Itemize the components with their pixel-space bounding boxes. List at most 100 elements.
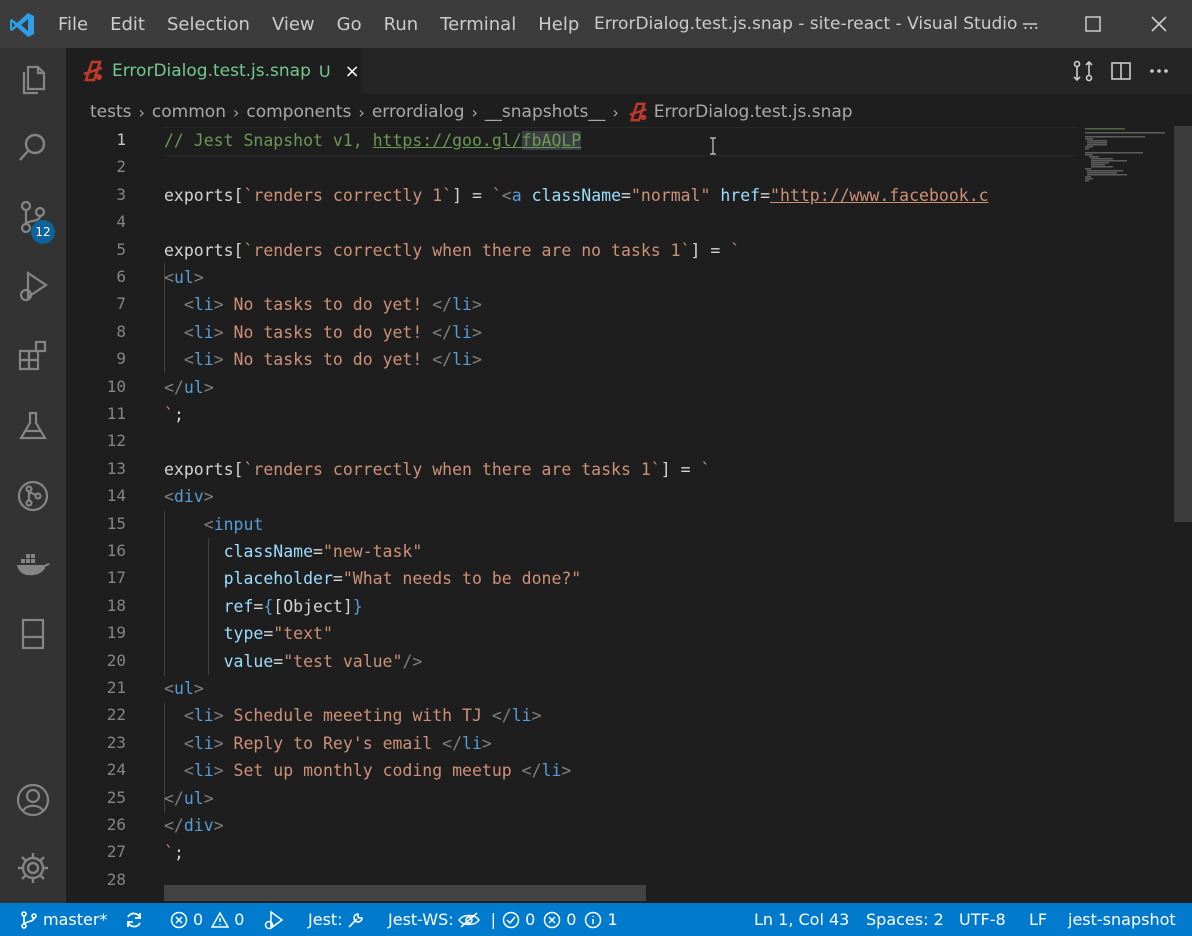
code-token: > [203, 377, 214, 397]
cursor-position[interactable]: Ln 1, Col 43 [754, 903, 849, 936]
scrollbar-thumb[interactable] [1174, 126, 1192, 522]
code-line[interactable]: exports[`renders correctly when there ar… [164, 456, 710, 483]
menu-selection[interactable]: Selection [167, 14, 250, 35]
vertical-scrollbar[interactable] [1174, 126, 1192, 903]
breadcrumb-item[interactable]: components [246, 102, 351, 122]
sync-icon [127, 912, 141, 927]
chevron-right-icon: › [471, 102, 478, 122]
menu-terminal[interactable]: Terminal [440, 14, 516, 35]
code-token: { [263, 596, 274, 616]
debug-indicator[interactable] [263, 903, 290, 936]
code-line[interactable]: </ul> [164, 785, 214, 812]
minimize-button[interactable] [998, 0, 1062, 48]
sync-button[interactable] [124, 903, 149, 936]
code-token: "text" [273, 624, 333, 644]
indentation[interactable]: Spaces: 2 [866, 903, 944, 936]
more-actions-icon[interactable] [1148, 60, 1170, 82]
maximize-button[interactable] [1061, 0, 1125, 48]
line-number: 4 [116, 212, 126, 232]
tab-close-button[interactable]: × [345, 61, 360, 82]
code-token: ; [173, 405, 184, 424]
code-line[interactable]: exports[`renders correctly 1`] = `<a cla… [164, 182, 989, 209]
jest-ws-status[interactable]: Jest-WS: | 0 0 1 [388, 903, 618, 936]
problems-indicator[interactable]: 0 0 [170, 903, 244, 936]
breadcrumb-item[interactable]: ErrorDialog.test.js.snap [654, 102, 853, 122]
split-editor-icon[interactable] [1110, 60, 1132, 82]
code-line[interactable]: value="test value"/> [164, 648, 423, 675]
breadcrumb-item[interactable]: __snapshots__ [485, 102, 605, 122]
menu-file[interactable]: File [58, 14, 88, 35]
menu-view[interactable]: View [272, 14, 315, 35]
branch-indicator[interactable]: master* [20, 903, 107, 936]
language-mode[interactable]: jest-snapshot [1068, 903, 1176, 936]
code-line[interactable]: </ul> [164, 374, 214, 401]
chevron-right-icon: › [612, 102, 619, 122]
code-line[interactable]: <li> No tasks to do yet! </li> [164, 319, 482, 346]
git-graph-button[interactable] [0, 466, 66, 526]
menu-help[interactable]: Help [538, 14, 579, 35]
code-line[interactable]: type="text" [164, 620, 333, 647]
activity-bar: 12 [0, 48, 66, 903]
code-line[interactable]: <li> No tasks to do yet! </li> [164, 291, 482, 318]
breadcrumb-item[interactable]: errordialog [372, 102, 465, 122]
code-line[interactable]: `; [164, 401, 184, 428]
code-token: ; [173, 843, 184, 863]
code-line[interactable]: exports[`renders correctly when there ar… [164, 237, 740, 264]
code-token: ` [164, 405, 174, 424]
line-ending[interactable]: LF [1029, 903, 1047, 936]
code-token: Reply to Rey's email [223, 733, 443, 753]
search-button[interactable] [0, 118, 66, 178]
breadcrumb-item[interactable]: common [152, 102, 226, 122]
code-line[interactable]: <li> Schedule meeeting with TJ </li> [164, 702, 542, 729]
run-debug-button[interactable] [0, 256, 66, 316]
jest-ws-label: Jest-WS: [388, 910, 454, 929]
encoding[interactable]: UTF-8 [959, 903, 1006, 936]
code-line[interactable]: // Jest Snapshot v1, https://goo.gl/fbAQ… [164, 127, 582, 154]
explorer-button[interactable] [0, 50, 66, 110]
code-line[interactable]: `; [164, 839, 184, 866]
settings-button[interactable] [0, 838, 66, 898]
code-editor[interactable]: 1 2 3 4 5 6 7 8 9 10 11 12 13 14 15 16 17 18 19 20 21 22 23 24 2… [66, 126, 1076, 903]
minimap[interactable] [1077, 126, 1174, 903]
code-token: > [213, 706, 224, 726]
breadcrumb-item[interactable]: tests [90, 102, 132, 122]
code-token: < [183, 733, 194, 753]
jest-file-icon [83, 60, 103, 82]
minimize-icon [1023, 23, 1037, 25]
editor-tabs-bar: ErrorDialog.test.js.snap U × [66, 48, 1192, 94]
code-line[interactable]: <li> Reply to Rey's email </li> [164, 730, 492, 757]
code-line[interactable]: </div> [164, 812, 224, 839]
menu-go[interactable]: Go [337, 14, 362, 35]
code-line[interactable]: className="new-task" [164, 538, 423, 565]
code-line[interactable]: placeholder="What needs to be done?" [164, 565, 582, 592]
code-line[interactable]: <input [164, 511, 264, 538]
code-token: = [332, 569, 343, 589]
code-line[interactable]: <ul> [164, 264, 204, 291]
code-line[interactable]: ref={[Object]} [164, 593, 363, 620]
docker-button[interactable] [0, 534, 66, 594]
menu-run[interactable]: Run [384, 14, 419, 35]
jest-file-icon [629, 102, 647, 122]
tab-errordialog-snap[interactable]: ErrorDialog.test.js.snap U × [66, 48, 361, 94]
open-changes-icon[interactable] [1072, 60, 1094, 82]
code-token: li [452, 295, 472, 315]
jest-status[interactable]: Jest: [308, 903, 370, 936]
account-button[interactable] [0, 770, 66, 830]
panel-button[interactable] [0, 604, 66, 664]
testing-button[interactable] [0, 396, 66, 456]
menu-edit[interactable]: Edit [110, 14, 145, 35]
close-window-button[interactable] [1127, 0, 1191, 48]
code-token: ul [173, 679, 194, 698]
code-line[interactable]: <li> No tasks to do yet! </li> [164, 346, 482, 373]
code-token: < [164, 487, 174, 507]
code-line[interactable]: <li> Set up monthly coding meetup </li> [164, 757, 571, 784]
code-line[interactable]: <ul> [164, 675, 204, 702]
code-token: < [183, 350, 194, 370]
horizontal-scrollbar[interactable] [164, 885, 646, 901]
code-token: /> [402, 651, 423, 671]
code-token: className [223, 542, 314, 561]
code-token: ref [223, 596, 254, 616]
extensions-button[interactable] [0, 326, 66, 386]
code-line[interactable]: <div> [164, 483, 214, 510]
